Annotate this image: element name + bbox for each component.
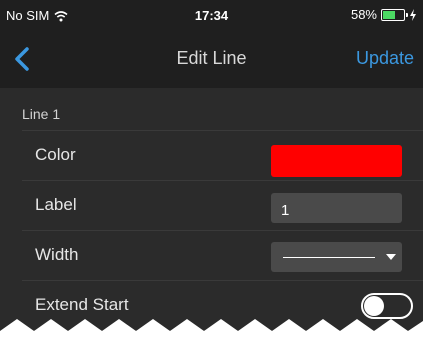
battery-fill xyxy=(383,10,395,19)
color-label: Color xyxy=(35,145,76,164)
chevron-down-icon xyxy=(386,254,396,260)
charging-bolt-icon xyxy=(410,8,416,21)
extend-start-label: Extend Start xyxy=(35,295,129,314)
label-input[interactable] xyxy=(271,193,402,223)
battery-icon xyxy=(381,8,408,21)
width-dropdown[interactable] xyxy=(271,242,402,272)
color-swatch-button[interactable] xyxy=(271,145,402,177)
battery-group: 58% xyxy=(351,7,417,22)
width-label: Width xyxy=(35,245,79,264)
status-bar: No SIM 17:34 58% xyxy=(0,0,423,30)
battery-percent: 58% xyxy=(350,7,377,22)
edit-line-screen: No SIM 17:34 58% Edit Line Update Line 1 xyxy=(0,0,423,343)
color-row: Color xyxy=(22,131,423,181)
update-button[interactable]: Update xyxy=(356,48,414,69)
width-row: Width xyxy=(22,231,423,281)
navigation-bar: Edit Line Update xyxy=(0,30,423,88)
label-row: Label xyxy=(22,181,423,231)
label-label: Label xyxy=(35,195,77,214)
line-width-preview xyxy=(283,257,375,258)
section-header: Line 1 xyxy=(22,106,61,122)
torn-edge-decoration xyxy=(0,319,423,343)
